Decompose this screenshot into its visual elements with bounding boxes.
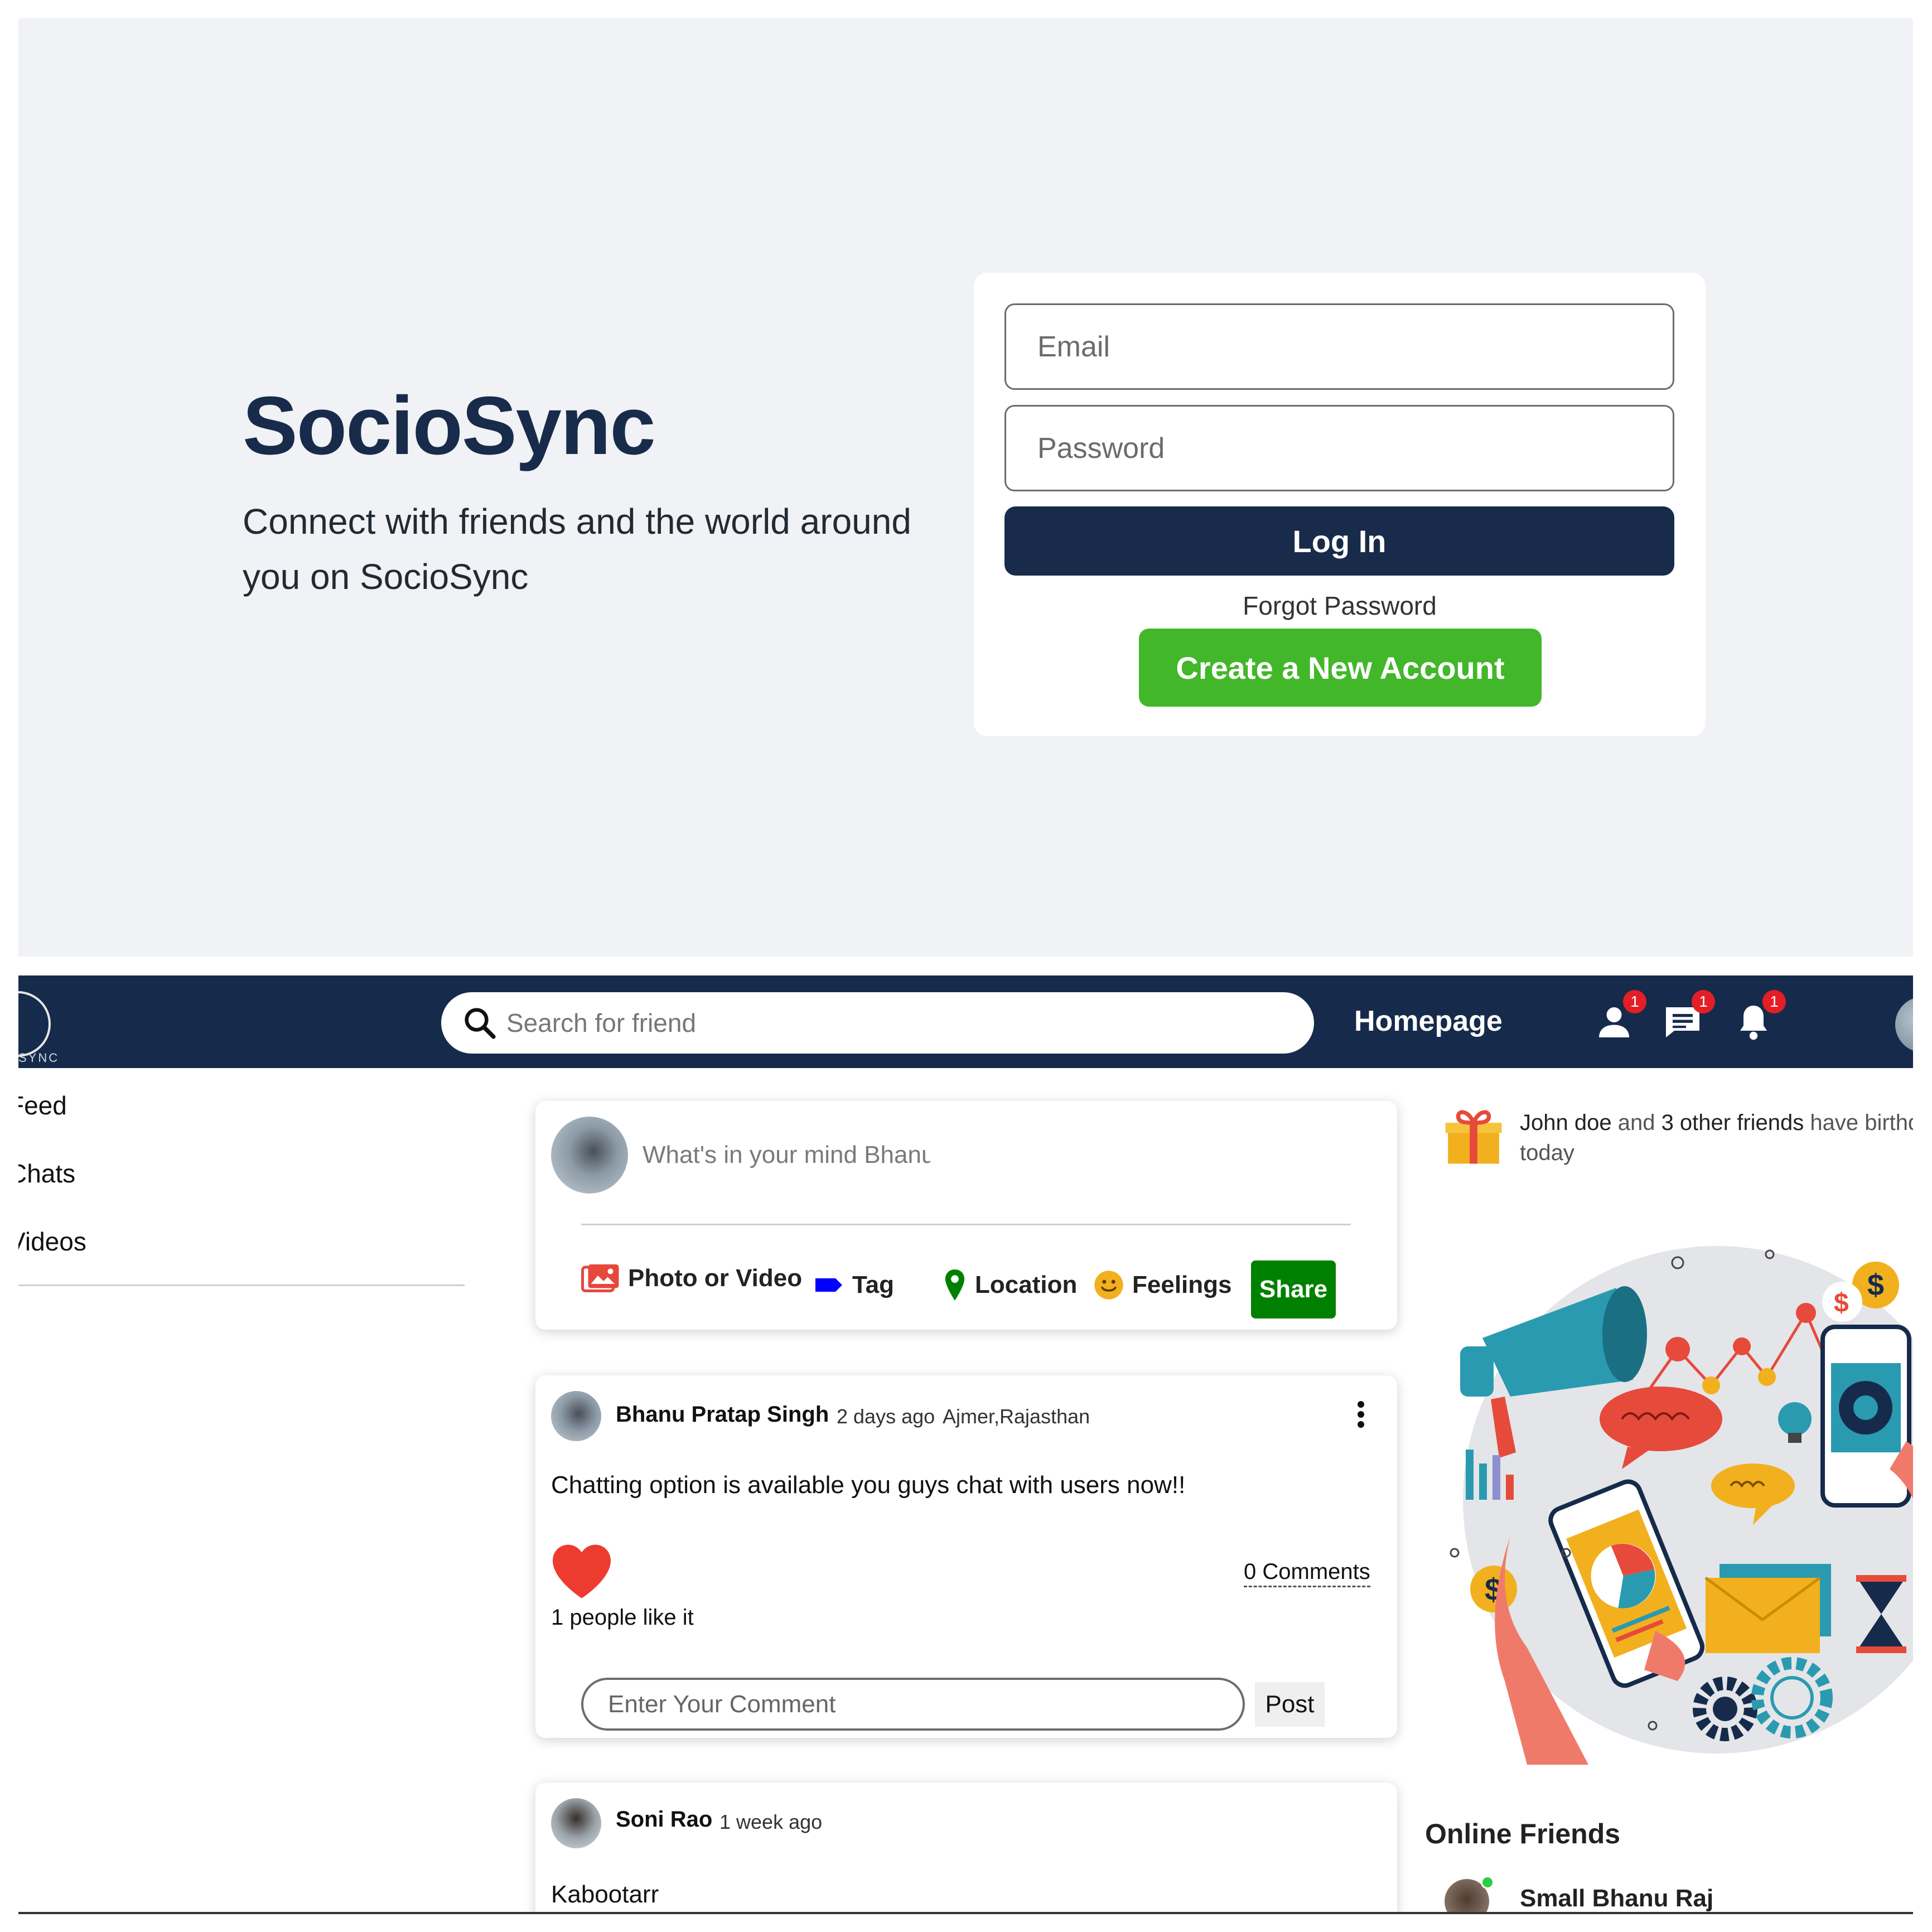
share-button[interactable]: Share: [1251, 1260, 1336, 1318]
ad-illustration: $ $ $: [1450, 1246, 1913, 1765]
post-card: Bhanu Pratap Singh 2 days ago Ajmer,Raja…: [535, 1375, 1397, 1738]
post-location: Ajmer,Rajasthan: [943, 1405, 1090, 1428]
sidebar-divider: [18, 1284, 465, 1286]
brand-title: SocioSync: [243, 380, 656, 472]
friend-requests-button[interactable]: 1: [1594, 990, 1646, 1042]
search-bar: [441, 992, 1314, 1054]
like-count: 1 people like it: [551, 1605, 694, 1630]
messages-badge: 1: [1692, 990, 1715, 1013]
profile-avatar[interactable]: [1895, 997, 1913, 1052]
photo-icon: [581, 1264, 619, 1292]
search-icon: [465, 1008, 496, 1039]
sidebar-item-videos[interactable]: Videos: [18, 1226, 86, 1257]
birthday-others: 3 other friends: [1661, 1110, 1804, 1135]
post-comment-button[interactable]: Post: [1255, 1682, 1325, 1727]
gift-icon: [1445, 1110, 1502, 1164]
smile-icon: [1094, 1271, 1123, 1300]
friend-requests-badge: 1: [1623, 990, 1646, 1013]
post-card: Soni Rao 1 week ago Kabootarr: [535, 1783, 1397, 1912]
heart-icon[interactable]: [550, 1542, 614, 1600]
birthday-rest: have birthd: [1804, 1110, 1913, 1135]
notifications-badge: 1: [1762, 990, 1786, 1013]
login-screen: SocioSync Connect with friends and the w…: [18, 18, 1913, 957]
svg-text:$: $: [1867, 1268, 1884, 1302]
avatar: [551, 1391, 601, 1441]
birthday-and: and: [1611, 1110, 1661, 1135]
birthday-today: today: [1520, 1141, 1574, 1165]
messages-button[interactable]: 1: [1663, 990, 1715, 1042]
location-icon: [945, 1269, 965, 1301]
email-field[interactable]: [1004, 303, 1674, 390]
feelings-label: Feelings: [1132, 1271, 1232, 1298]
share-input[interactable]: [641, 1136, 931, 1175]
avatar: [551, 1117, 628, 1194]
search-input[interactable]: [505, 1001, 1286, 1045]
bottom-divider: [18, 1912, 1913, 1914]
birthday-text: John doe and 3 other friends have birthd: [1520, 1105, 1913, 1141]
post-author[interactable]: Bhanu Pratap Singh: [616, 1402, 829, 1427]
tag-label: Tag: [852, 1271, 894, 1298]
post-text: Kabootarr: [551, 1881, 659, 1908]
sidebar-item-chats[interactable]: Chats: [18, 1158, 75, 1189]
topbar: SYNC Homepage 1 1: [18, 975, 1913, 1068]
photo-video-label: Photo or Video: [628, 1264, 803, 1292]
forgot-password-link[interactable]: Forgot Password: [974, 591, 1706, 621]
online-friend-name: Small Bhanu Raj: [1520, 1885, 1714, 1912]
logo-text: SYNC: [18, 1051, 60, 1065]
login-card: Log In Forgot Password Create a New Acco…: [974, 273, 1706, 736]
svg-text:$: $: [1834, 1288, 1849, 1318]
homepage-link[interactable]: Homepage: [1354, 1004, 1503, 1038]
online-friends-title: Online Friends: [1425, 1818, 1621, 1849]
feelings-option[interactable]: Feelings: [1093, 1268, 1232, 1302]
password-field[interactable]: [1004, 405, 1674, 491]
post-time: 1 week ago: [719, 1810, 823, 1833]
login-button[interactable]: Log In: [1004, 506, 1674, 576]
online-status-icon: [1481, 1876, 1494, 1889]
avatar: [551, 1798, 601, 1848]
sidebar-item-feed[interactable]: Feed: [18, 1090, 67, 1120]
share-card: Photo or Video Tag Location Feelings S: [535, 1101, 1397, 1330]
post-author[interactable]: Soni Rao: [616, 1807, 712, 1832]
share-divider: [581, 1224, 1351, 1225]
logo-icon[interactable]: [18, 991, 51, 1057]
comment-input[interactable]: [581, 1678, 1245, 1731]
tag-icon: [815, 1278, 842, 1292]
comments-link[interactable]: 0 Comments: [1244, 1559, 1370, 1587]
post-time: 2 days ago: [837, 1405, 935, 1428]
tag-option[interactable]: Tag: [813, 1268, 894, 1302]
birthday-name: John doe: [1520, 1110, 1612, 1135]
notifications-button[interactable]: 1: [1733, 990, 1786, 1042]
app-screen: SYNC Homepage 1 1: [18, 975, 1913, 1912]
location-option[interactable]: Location: [943, 1268, 1077, 1302]
create-account-button[interactable]: Create a New Account: [1139, 629, 1542, 707]
brand-description: Connect with friends and the world aroun…: [243, 501, 911, 597]
photo-video-option[interactable]: Photo or Video: [581, 1262, 802, 1295]
more-options-icon[interactable]: [1350, 1398, 1372, 1437]
post-text: Chatting option is available you guys ch…: [551, 1471, 1186, 1499]
brand-section: SocioSync Connect with friends and the w…: [243, 380, 968, 605]
location-label: Location: [975, 1271, 1078, 1298]
